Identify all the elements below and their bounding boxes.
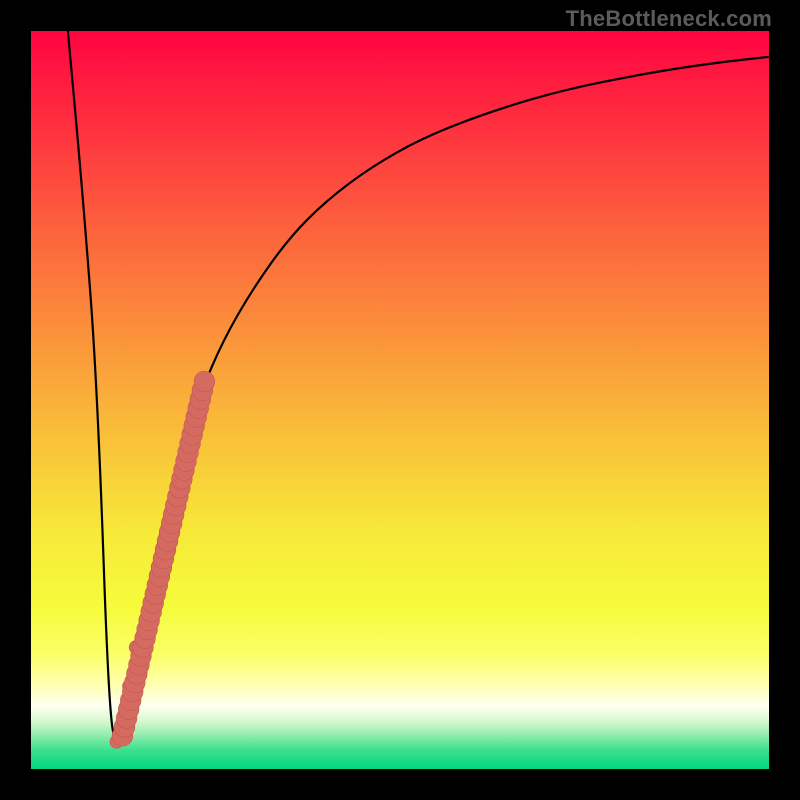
chart-svg (31, 31, 769, 769)
outer-frame: TheBottleneck.com (0, 0, 800, 800)
watermark-text: TheBottleneck.com (566, 6, 772, 32)
plot-area (31, 31, 769, 769)
